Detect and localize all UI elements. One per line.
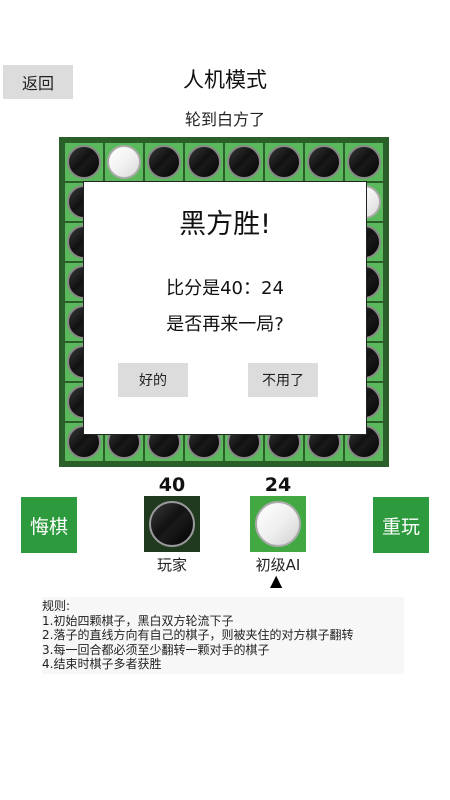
turn-indicator: 轮到白方了 — [184, 110, 265, 129]
black-piece — [267, 145, 301, 179]
black-player-tile — [144, 496, 200, 552]
dialog-question: 是否再来一局? — [166, 314, 284, 335]
black-piece — [147, 145, 181, 179]
dialog-score: 比分是40：24 — [166, 278, 284, 299]
board-cell[interactable] — [225, 143, 263, 181]
rule-item: 3.每一回合都必须至少翻转一颗对手的棋子 — [42, 642, 270, 657]
black-piece — [347, 145, 381, 179]
white-piece — [107, 145, 141, 179]
confirm-button[interactable]: 好的 — [118, 363, 188, 397]
white-piece-icon — [255, 501, 301, 547]
rule-item: 2.落子的直线方向有自己的棋子，则被夹住的对方棋子翻转 — [42, 628, 354, 642]
board-cell[interactable] — [185, 143, 223, 181]
dialog-title: 黑方胜! — [179, 209, 271, 240]
decline-button[interactable]: 不用了 — [248, 363, 318, 397]
undo-button[interactable]: 悔棋 — [21, 497, 77, 553]
black-piece — [307, 145, 341, 179]
board-cell[interactable] — [305, 143, 343, 181]
black-piece-icon — [149, 501, 195, 547]
white-player-tile — [250, 496, 306, 552]
rules-heading: 规则: — [42, 599, 71, 613]
current-turn-arrow-icon: ▲ — [270, 571, 283, 590]
board-cell[interactable] — [105, 143, 143, 181]
board-cell[interactable] — [145, 143, 183, 181]
rules-panel: 规则: 1.初始四颗棋子，黑白双方轮流下子 2.落子的直线方向有自己的棋子，则被… — [42, 597, 404, 674]
black-piece — [67, 145, 101, 179]
restart-button[interactable]: 重玩 — [373, 497, 429, 553]
page-title: 人机模式 — [183, 68, 267, 92]
black-piece — [187, 145, 221, 179]
white-score: 24 — [264, 474, 292, 496]
black-player-label: 玩家 — [156, 556, 187, 574]
board-cell[interactable] — [265, 143, 303, 181]
black-score: 40 — [158, 474, 186, 496]
rule-item: 4.结束时棋子多者获胜 — [42, 657, 162, 671]
rule-item: 1.初始四颗棋子，黑白双方轮流下子 — [42, 613, 234, 628]
board-cell[interactable] — [65, 143, 103, 181]
black-piece — [227, 145, 261, 179]
board-cell[interactable] — [345, 143, 383, 181]
game-over-dialog: 黑方胜! 比分是40：24 是否再来一局? 好的 不用了 — [83, 181, 367, 435]
